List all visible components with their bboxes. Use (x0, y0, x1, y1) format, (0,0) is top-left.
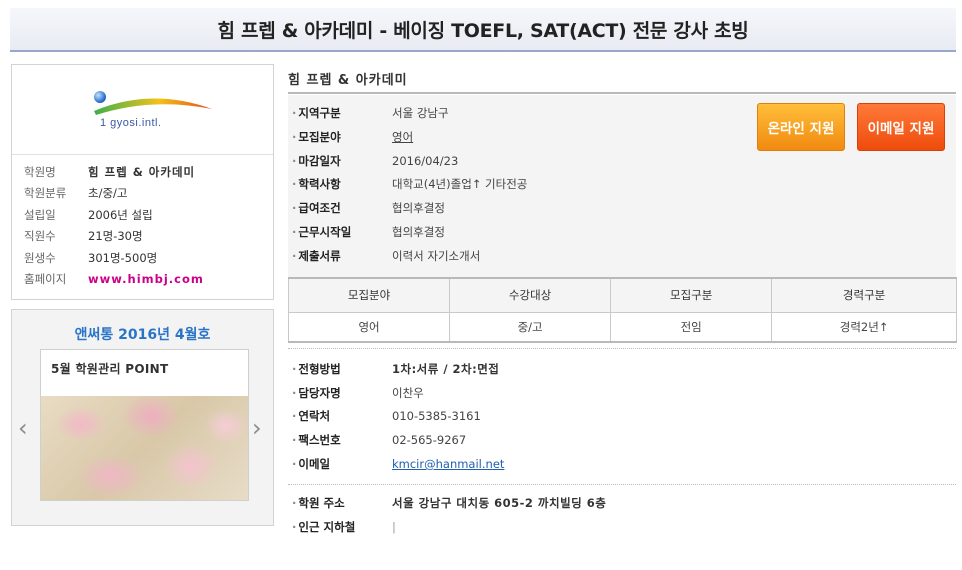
chevron-left-icon[interactable]: ‹ (18, 414, 28, 442)
online-apply-button[interactable]: 온라인 지원 (757, 103, 845, 151)
info-row-start-date: 근무시작일 협의후결정 (288, 222, 445, 242)
contact-row-manager: 담당자명 이찬우 (288, 383, 423, 403)
page-header: 힘 프렙 & 아카데미 - 베이징 TOEFL, SAT(ACT) 전문 강사 … (10, 8, 956, 52)
profile-row-category: 학원분류 초/중/고 (24, 186, 128, 201)
contact-row-email: 이메일 kmcir@hanmail.net (288, 454, 504, 474)
contact-section: 전형방법 1차:서류 / 2차:면접 담당자명 이찬우 연락처 010-5385… (288, 348, 956, 476)
contact-row-fax: 팩스번호 02-565-9267 (288, 430, 466, 450)
page-title: 힘 프렙 & 아카데미 - 베이징 TOEFL, SAT(ACT) 전문 강사 … (217, 19, 749, 42)
table-cell: 중/고 (449, 311, 612, 343)
contact-row-phone: 연락처 010-5385-3161 (288, 406, 480, 426)
table-header-row: 모집분야 수강대상 모집구분 경력구분 (287, 277, 957, 313)
info-row-region: 지역구분 서울 강남구 (288, 103, 448, 123)
info-row-education: 학력사항 대학교(4년)졸업↑ 기타전공 (288, 174, 527, 194)
address-row: 학원 주소 서울 강남구 대치동 605-2 까치빌딩 6층 (288, 493, 606, 513)
table-cell: 경력2년↑ (771, 311, 957, 343)
profile-row-students: 원생수 301명-500명 (24, 250, 158, 265)
magazine-thumbnail (41, 396, 248, 500)
email-link[interactable]: kmcir@hanmail.net (392, 457, 504, 471)
profile-row-staff: 직원수 21명-30명 (24, 229, 143, 244)
profile-row-homepage: 홈페이지 www.himbj.com (24, 272, 204, 287)
chevron-right-icon[interactable]: › (252, 414, 262, 442)
academy-name-heading: 힘 프렙 & 아카데미 (288, 66, 956, 94)
logo-graphic (94, 91, 212, 115)
profile-row-name: 학원명 힘 프렙 & 아카데미 (24, 164, 196, 179)
magazine-card-title: 5월 학원관리 POINT (51, 362, 169, 376)
info-row-documents: 제출서류 이력서 자기소개서 (288, 246, 480, 266)
academy-profile-card: 1 gyosi.intl. 학원명 힘 프렙 & 아카데미 학원분류 초/중/고… (11, 64, 274, 300)
magazine-banner: 앤써통 2016년 4월호 ‹ 5월 학원관리 POINT › (11, 309, 274, 526)
address-section: 학원 주소 서울 강남구 대치동 605-2 까치빌딩 6층 인근 지하철 | (288, 484, 956, 544)
magazine-title[interactable]: 앤써통 2016년 4월호 (12, 324, 273, 344)
info-row-salary: 급여조건 협의후결정 (288, 198, 445, 218)
field-link[interactable]: 영어 (392, 129, 413, 145)
table-header-cell: 모집분야 (287, 277, 451, 313)
info-row-deadline: 마감일자 2016/04/23 (288, 151, 458, 171)
academy-logo: 1 gyosi.intl. (12, 65, 273, 155)
table-header-cell: 수강대상 (449, 277, 612, 313)
contact-row-process: 전형방법 1차:서류 / 2차:면접 (288, 359, 499, 379)
logo-text: 1 gyosi.intl. (100, 117, 162, 129)
table-header-cell: 모집구분 (610, 277, 773, 313)
magazine-card[interactable]: 5월 학원관리 POINT (40, 349, 249, 501)
table-cell: 영어 (287, 311, 451, 343)
table-cell: 전임 (610, 311, 773, 343)
academy-name-value: 힘 프렙 & 아카데미 (88, 164, 196, 179)
email-apply-button[interactable]: 이메일 지원 (857, 103, 945, 151)
profile-row-founded: 설립일 2006년 설립 (24, 207, 153, 222)
recruitment-table: 모집분야 수강대상 모집구분 경력구분 영어 중/고 전임 경력2년↑ (287, 277, 957, 343)
job-info-panel: 지역구분 서울 강남구 모집분야 영어 마감일자 2016/04/23 학력사항… (288, 95, 956, 277)
table-row: 영어 중/고 전임 경력2년↑ (287, 311, 957, 343)
info-row-field: 모집분야 영어 (288, 127, 413, 147)
subway-row: 인근 지하철 | (288, 517, 396, 537)
homepage-link[interactable]: www.himbj.com (88, 272, 204, 286)
table-header-cell: 경력구분 (771, 277, 957, 313)
